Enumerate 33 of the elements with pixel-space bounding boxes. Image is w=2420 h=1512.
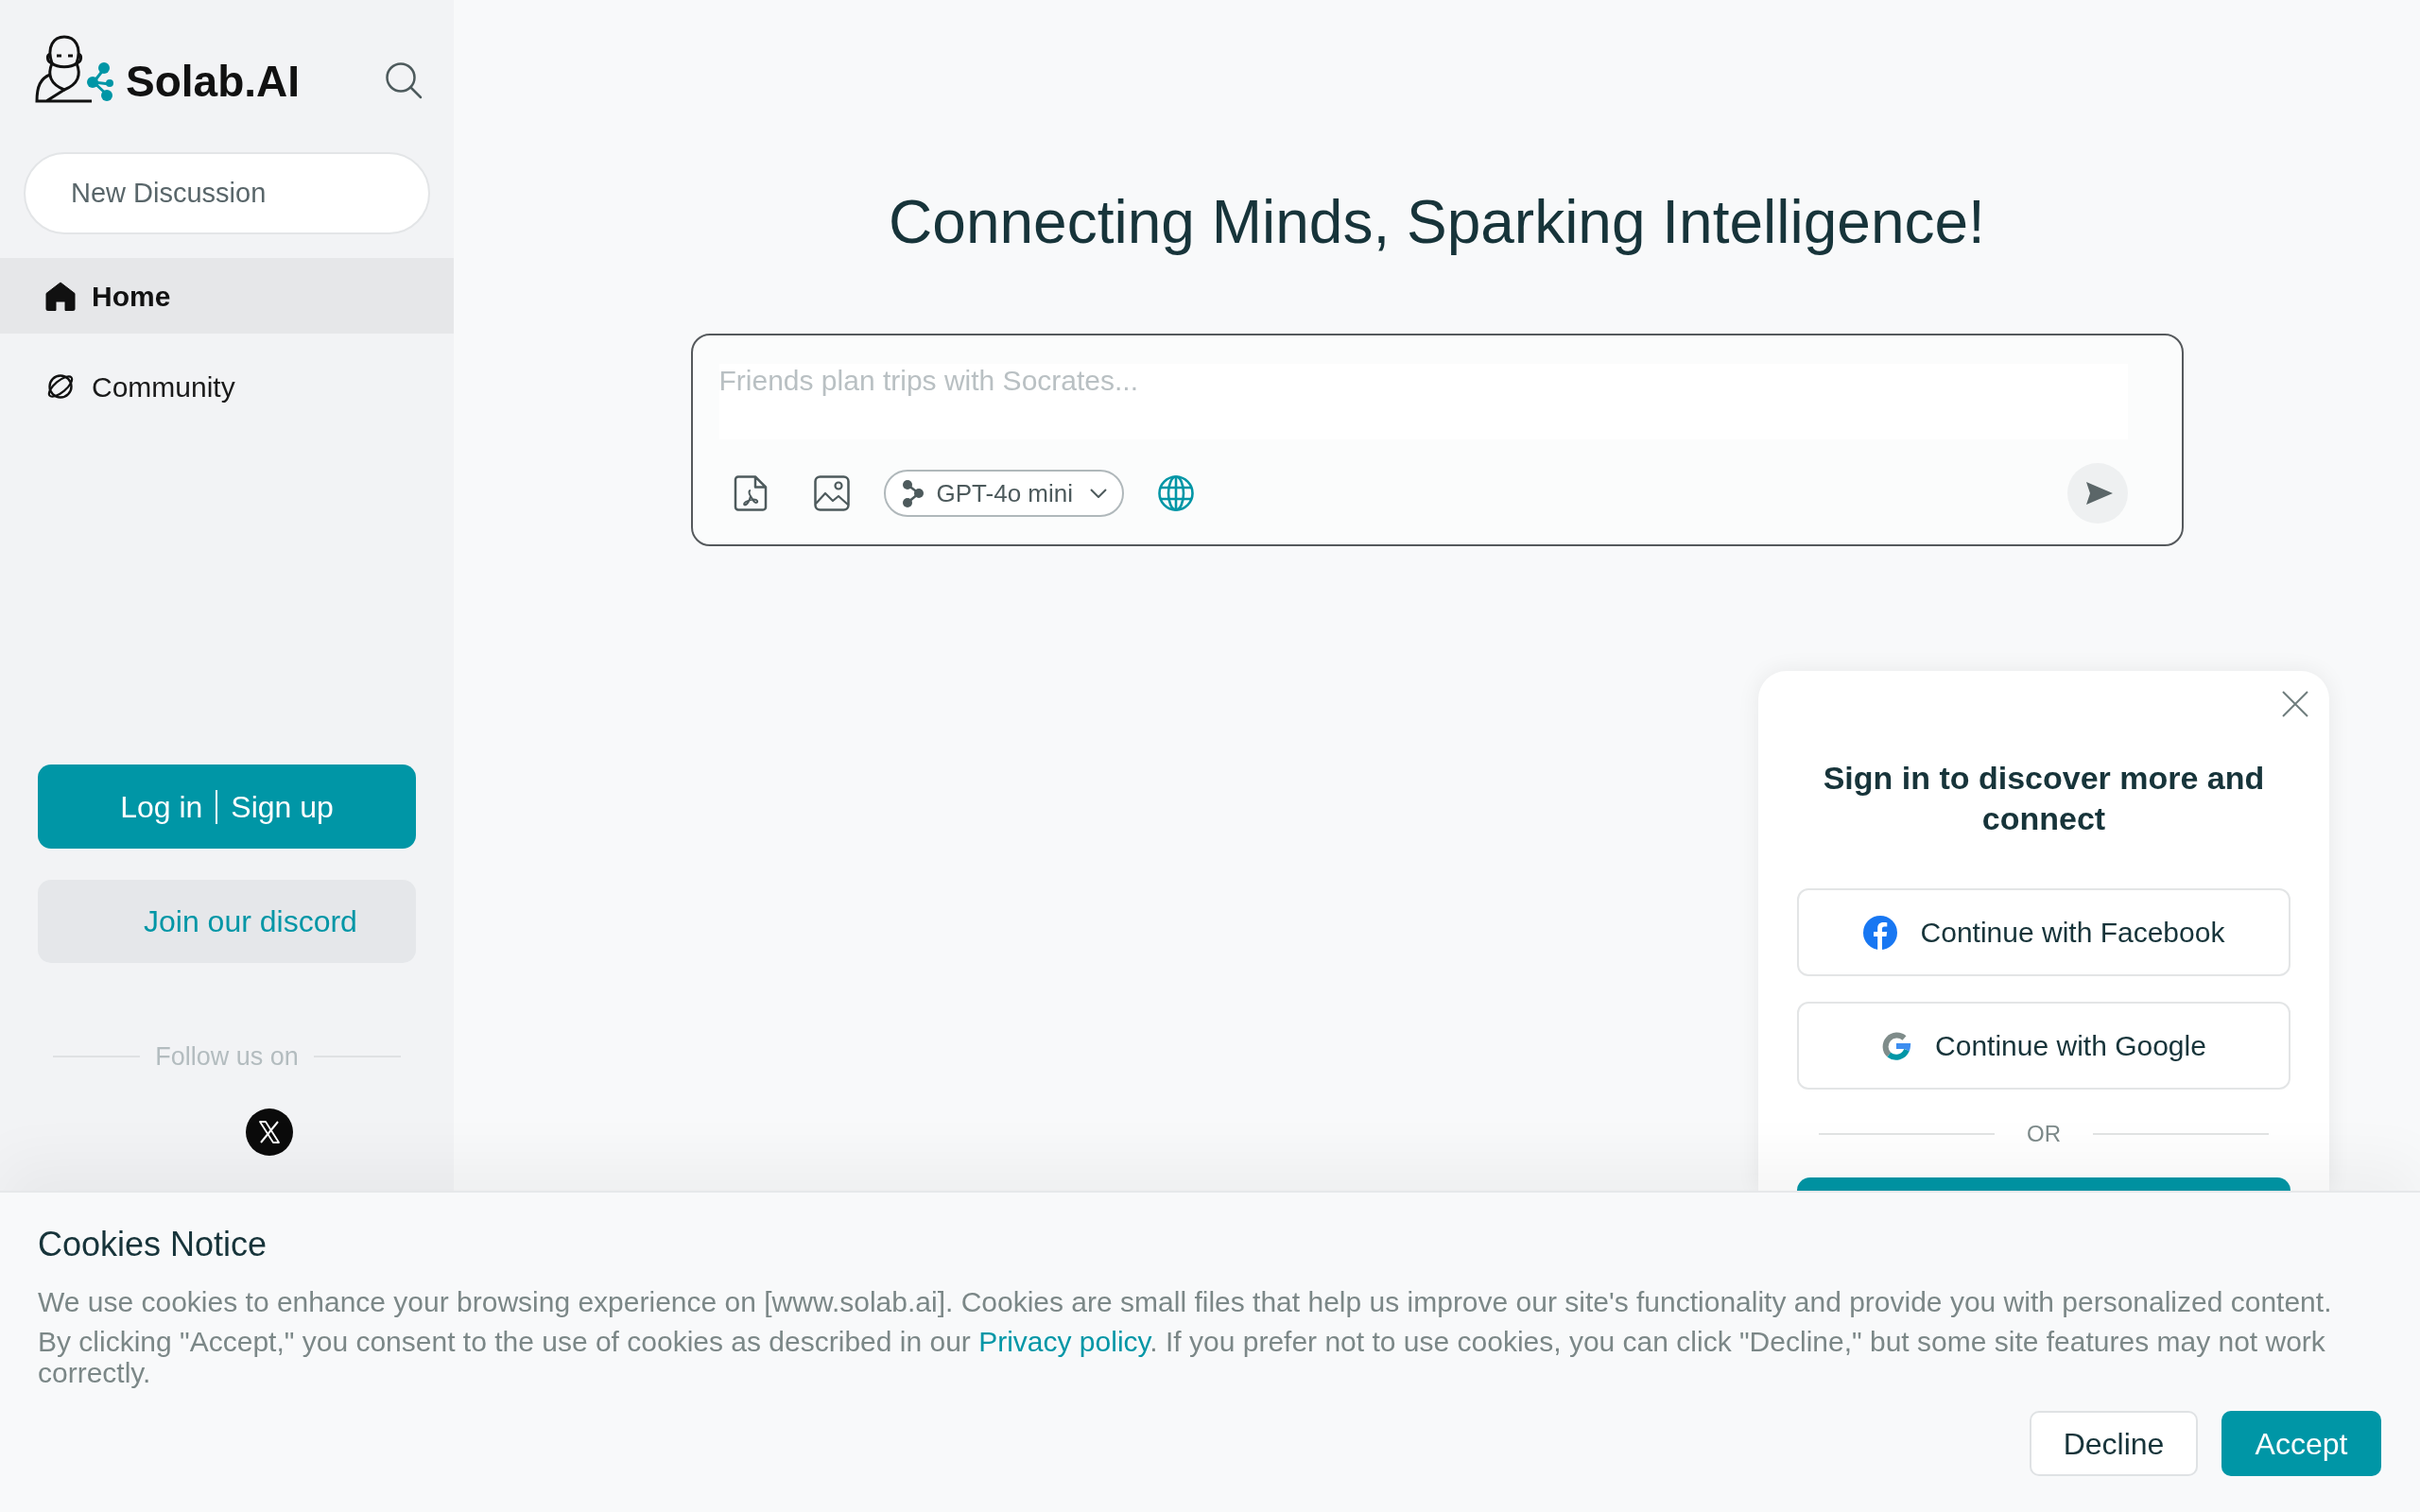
cookie-text: By clicking "Accept," you consent to the use of cookies as described in our Privacy policy. If you prefer not to use cookies, you can click "Decline," but some site features may not work correctly.	[38, 1326, 2326, 1388]
pdf-file-icon[interactable]	[732, 475, 769, 511]
facebook-icon	[1862, 915, 1897, 950]
dialog-title: Sign in to discover more and connect	[1822, 759, 2266, 838]
new-discussion-button[interactable]: New Discussion	[24, 152, 430, 234]
globe-icon[interactable]	[1157, 474, 1195, 512]
close-icon[interactable]	[2282, 691, 2308, 717]
divider-label: OR	[2026, 1120, 2062, 1148]
decline-button[interactable]: Decline	[2030, 1411, 2198, 1476]
sign-up-button[interactable]: Sign up	[231, 783, 334, 830]
search-icon[interactable]	[385, 61, 423, 99]
message-input[interactable]: Friends plan trips with Socrates...	[718, 364, 2128, 439]
cookie-text: We use cookies to enhance your browsing experience on [www.solab.ai]. Cookies are small files that help us improve our site's functionality and provide you with personalized content.	[38, 1286, 2333, 1317]
log-in-button[interactable]: Log in	[120, 783, 203, 830]
send-icon	[2084, 481, 2114, 506]
nodes-icon	[900, 479, 925, 507]
logo-icon	[35, 35, 114, 103]
model-selector[interactable]: GPT-4o mini	[883, 470, 1124, 517]
image-icon[interactable]	[812, 474, 851, 512]
chevron-down-icon	[1090, 489, 1107, 498]
nav-item[interactable]: Community	[0, 349, 454, 424]
headline: Connecting Minds, Sparking Intelligence!	[889, 188, 1985, 256]
home-icon	[45, 281, 76, 311]
nav-item[interactable]: Home	[0, 258, 454, 334]
google-button[interactable]: Continue with Google	[1797, 1002, 2290, 1090]
follow-label: Follow us on	[154, 1041, 300, 1072]
facebook-button[interactable]: Continue with Facebook	[1797, 888, 2290, 976]
accept-button[interactable]: Accept	[2221, 1411, 2381, 1476]
x-logo-icon[interactable]	[246, 1108, 293, 1156]
cookie-notice-title: Cookies Notice	[38, 1224, 268, 1265]
planet-icon	[45, 371, 76, 402]
logo-text: Solab.AI	[126, 60, 301, 103]
google-icon	[1881, 1030, 1912, 1061]
